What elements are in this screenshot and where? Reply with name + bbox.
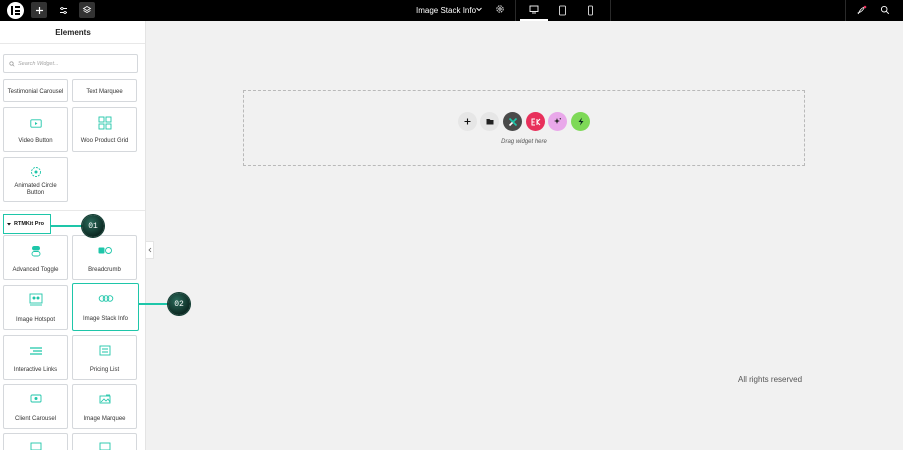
widget-advanced-toggle[interactable]: Advanced Toggle xyxy=(3,235,68,280)
widget-label: Image Stack Info xyxy=(82,316,129,322)
widget-icon xyxy=(99,442,110,450)
widget-label: Button xyxy=(26,190,45,196)
tablet-icon xyxy=(558,5,566,16)
launch-button[interactable] xyxy=(853,2,869,18)
callout-connector xyxy=(51,225,86,227)
widget-label: Image Marquee xyxy=(83,416,126,422)
pricing-list-icon xyxy=(99,345,110,356)
plus-icon xyxy=(464,118,471,125)
breadcrumb-icon xyxy=(98,247,112,254)
category-label: RTMKit Pro xyxy=(14,221,44,227)
page-title[interactable]: Image Stack Info xyxy=(416,0,476,21)
bolt-icon xyxy=(578,117,583,126)
image-stack-icon xyxy=(98,295,113,302)
widget-label: Image Hotspot xyxy=(15,317,56,323)
widget-image-stack-info[interactable]: Image Stack Info xyxy=(72,283,139,331)
widget-search[interactable] xyxy=(3,54,138,73)
desktop-icon xyxy=(529,5,539,14)
add-section-button[interactable] xyxy=(458,112,477,131)
mobile-icon xyxy=(587,5,593,16)
callout-badge-01: 01 xyxy=(82,215,104,237)
search-icon xyxy=(9,60,15,67)
widget-interactive-links[interactable]: Interactive Links xyxy=(3,335,68,380)
callout-badge-02: 02 xyxy=(168,293,190,315)
widget-label: Text Marquee xyxy=(86,89,123,95)
desktop-view-button[interactable] xyxy=(520,0,548,21)
drop-zone[interactable] xyxy=(243,90,805,166)
widget-breadcrumb[interactable]: Breadcrumb xyxy=(72,235,137,280)
widget-animated-circle-button[interactable]: Animated Circle Button xyxy=(3,157,68,202)
site-settings-button[interactable] xyxy=(55,2,71,18)
widget-testimonial-carousel[interactable]: Testimonial Carousel xyxy=(3,79,68,102)
rtmkit-icon xyxy=(508,117,517,126)
carousel-icon xyxy=(30,394,41,403)
search-input[interactable] xyxy=(18,60,128,67)
folder-icon xyxy=(486,119,493,125)
widget-label: Testimonial Carousel xyxy=(7,89,64,95)
widget-label: Woo Product Grid xyxy=(80,138,129,144)
widget-icon xyxy=(30,442,41,450)
video-icon xyxy=(29,119,42,128)
divider xyxy=(0,43,145,44)
divider xyxy=(845,0,846,21)
structure-button[interactable] xyxy=(79,2,95,18)
add-element-button[interactable] xyxy=(31,2,47,18)
widget-woo-product-grid[interactable]: Woo Product Grid xyxy=(72,107,137,152)
elements-panel: Elements Testimonial Carousel Text Marqu… xyxy=(0,21,146,450)
toggle-icon xyxy=(31,246,40,257)
gear-icon[interactable] xyxy=(495,4,505,14)
widget-label: Breadcrumb xyxy=(88,267,121,273)
plus-icon xyxy=(35,6,43,14)
widget-label: Animated Circle xyxy=(14,183,57,189)
mobile-view-button[interactable] xyxy=(576,0,604,21)
panel-title: Elements xyxy=(55,28,91,37)
rocket-icon xyxy=(856,5,866,14)
starter-templates-button[interactable] xyxy=(571,112,590,131)
widget-label: Pricing List xyxy=(89,367,120,373)
divider xyxy=(515,0,516,21)
callout-connector xyxy=(139,303,171,305)
collapse-panel-button[interactable] xyxy=(146,241,154,259)
widget-label: Video Button xyxy=(18,138,53,144)
caret-down-icon xyxy=(7,223,11,226)
widget-partial[interactable] xyxy=(3,433,68,450)
divider xyxy=(0,210,145,211)
elementor-logo-icon[interactable] xyxy=(7,2,24,19)
top-bar: Image Stack Info xyxy=(0,0,903,21)
widget-label: Advanced Toggle xyxy=(12,267,59,273)
widget-text-marquee[interactable]: Text Marquee xyxy=(72,79,137,102)
widget-client-carousel[interactable]: Client Carousel xyxy=(3,384,68,429)
chevron-down-icon[interactable] xyxy=(475,5,483,13)
widget-label: Client Carousel xyxy=(14,416,57,422)
add-template-button[interactable] xyxy=(480,112,499,131)
rtmkit-library-button[interactable] xyxy=(503,112,522,131)
circle-button-icon xyxy=(30,167,41,177)
sparkle-icon xyxy=(554,118,561,124)
sliders-icon xyxy=(59,6,67,14)
widget-pricing-list[interactable]: Pricing List xyxy=(72,335,137,380)
category-rtmkit-pro[interactable]: RTMKit Pro xyxy=(3,214,51,234)
elementskit-icon xyxy=(531,118,540,125)
ai-library-button[interactable] xyxy=(548,112,567,131)
widget-image-hotspot[interactable]: Image Hotspot xyxy=(3,285,68,330)
footer-copyright: All rights reserved xyxy=(738,375,803,384)
chevron-left-icon xyxy=(147,247,151,253)
elementskit-library-button[interactable] xyxy=(526,112,545,131)
divider xyxy=(610,0,611,21)
drop-zone-hint: Drag widget here xyxy=(501,139,547,145)
image-hotspot-icon xyxy=(29,293,42,306)
image-marquee-icon xyxy=(99,394,110,404)
search-icon xyxy=(880,5,890,15)
grid-icon xyxy=(98,116,111,130)
widget-partial[interactable] xyxy=(72,433,137,450)
search-button[interactable] xyxy=(877,2,893,18)
widget-label: Interactive Links xyxy=(13,367,58,373)
links-icon xyxy=(29,347,42,355)
widget-image-marquee[interactable]: Image Marquee xyxy=(72,384,137,429)
layers-icon xyxy=(82,6,92,13)
widget-video-button[interactable]: Video Button xyxy=(3,107,68,152)
tablet-view-button[interactable] xyxy=(548,0,576,21)
